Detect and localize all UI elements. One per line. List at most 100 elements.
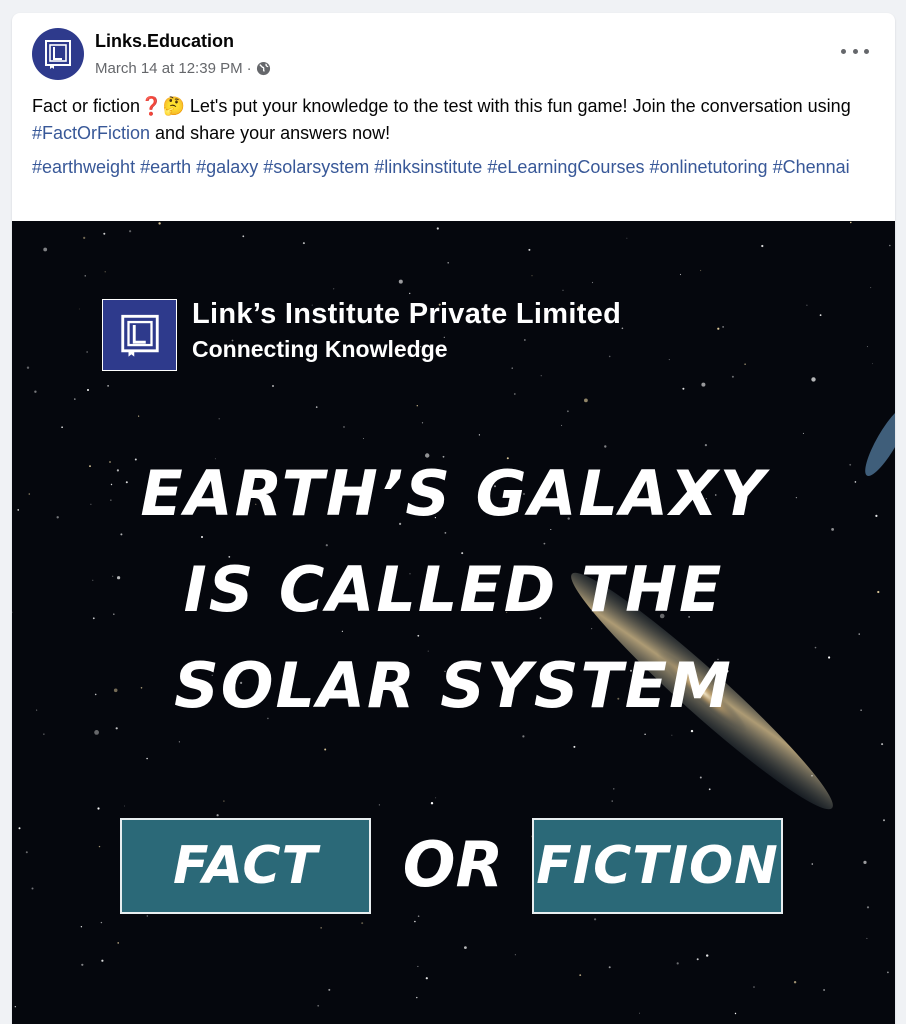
star [324, 748, 327, 751]
star [511, 367, 513, 369]
star [514, 954, 516, 956]
globe-icon[interactable] [256, 61, 271, 76]
star [101, 959, 104, 962]
star [421, 422, 424, 424]
star [811, 775, 813, 777]
star [378, 804, 380, 806]
hashtag-link[interactable]: #eLearningCourses [487, 157, 644, 177]
post-meta: March 14 at 12:39 PM · [95, 60, 271, 77]
star [34, 390, 37, 393]
star [608, 355, 611, 358]
star [722, 326, 724, 328]
star [806, 304, 808, 306]
star [562, 289, 564, 291]
more-dot [864, 48, 869, 54]
page-avatar[interactable] [32, 28, 84, 80]
star [447, 262, 450, 264]
star [761, 244, 764, 248]
book-logo-icon [45, 40, 71, 69]
star [78, 308, 80, 310]
star [146, 915, 148, 917]
star [734, 1012, 737, 1015]
star [567, 410, 569, 413]
star [528, 248, 531, 251]
star [717, 327, 720, 330]
meta-separator: · [246, 60, 252, 77]
star [811, 863, 814, 865]
quiz-headline: Earth’s Galaxy is Called the Solar Syste… [12, 446, 895, 734]
thinking-emoji-icon: ❓🤔 [140, 96, 185, 116]
star [430, 802, 434, 805]
post-timestamp[interactable]: March 14 at 12:39 PM [95, 60, 243, 77]
star [706, 954, 709, 957]
star [81, 963, 84, 966]
star [701, 382, 706, 387]
page-name[interactable]: Links.Education [95, 31, 234, 52]
hashtag-link[interactable]: #earth [140, 157, 191, 177]
star [31, 887, 34, 890]
star [872, 363, 873, 365]
star [83, 236, 86, 239]
hashtag-link-factorfiction[interactable]: #FactOrFiction [32, 123, 150, 143]
star [668, 359, 670, 361]
star [417, 915, 420, 917]
post-text-part1: Fact or fiction [32, 96, 141, 116]
brand-logo [102, 299, 177, 371]
star [103, 232, 106, 235]
brand-tagline: Connecting Knowledge [192, 336, 448, 362]
star [584, 398, 588, 403]
star [43, 247, 48, 252]
more-dot [852, 48, 858, 54]
star [744, 363, 746, 365]
star [333, 288, 335, 290]
star [361, 922, 364, 925]
star [679, 273, 682, 276]
star [435, 797, 437, 799]
brand-name: Link’s Institute Private Limited [192, 298, 622, 330]
post-text-part3: and share your answers now! [150, 123, 391, 143]
star [870, 287, 872, 289]
star [86, 351, 88, 353]
star [87, 389, 89, 391]
hashtag-link[interactable]: #onlinetutoring [649, 157, 767, 177]
star [14, 1006, 16, 1008]
star [26, 366, 30, 369]
star [621, 327, 624, 330]
star [540, 375, 542, 377]
star [129, 230, 132, 233]
star [478, 434, 480, 436]
hashtag-link[interactable]: #galaxy [196, 157, 258, 177]
star [320, 927, 322, 929]
star [881, 743, 884, 746]
star [409, 292, 411, 295]
star [639, 1012, 640, 1014]
fiction-button: Fiction [532, 818, 783, 914]
star [671, 734, 673, 736]
star [823, 989, 826, 991]
star [802, 432, 804, 434]
star [74, 398, 76, 400]
star [146, 757, 148, 760]
star [223, 800, 225, 802]
more-dots-icon [841, 48, 846, 54]
hashtag-link[interactable]: #earthweight [32, 157, 135, 177]
star [416, 996, 418, 999]
star [80, 926, 83, 928]
star [425, 977, 428, 980]
star [417, 965, 419, 967]
star [100, 921, 103, 924]
post-card: Links.Education March 14 at 12:39 PM · F… [12, 13, 895, 1024]
star [866, 346, 868, 348]
star [513, 393, 516, 395]
hashtag-link[interactable]: #solarsystem [263, 157, 369, 177]
star [178, 741, 180, 743]
post-image[interactable]: Link’s Institute Private Limited Connect… [12, 221, 895, 1024]
hashtag-link[interactable]: #Chennai [773, 157, 850, 177]
star [850, 221, 852, 224]
headline-line: Solar System [174, 649, 733, 722]
star [594, 918, 597, 921]
more-options-button[interactable] [841, 43, 869, 59]
post-text: Fact or fiction❓🤔 Let's put your knowled… [32, 93, 872, 147]
star [819, 314, 822, 316]
hashtag-link[interactable]: #linksinstitute [374, 157, 482, 177]
